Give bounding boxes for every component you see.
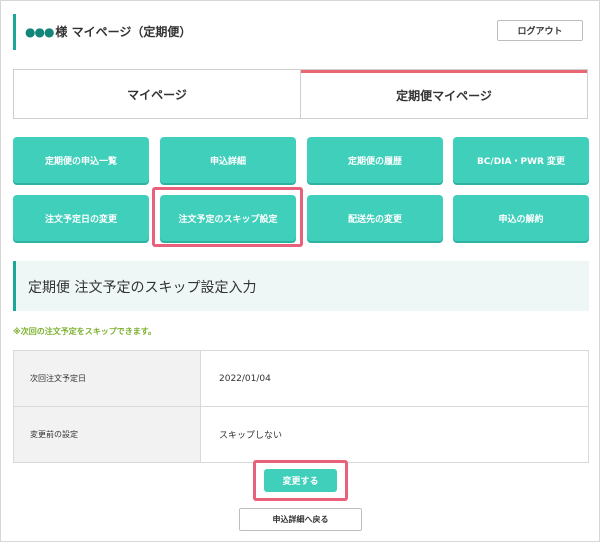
tab-mypage[interactable]: マイページ (14, 70, 301, 118)
menu-button-cancel-subscription[interactable]: 申込の解約 (453, 195, 589, 241)
menu-button-order-details[interactable]: 申込詳細 (160, 137, 296, 183)
section-title: 定期便 注文予定のスキップ設定入力 (28, 280, 257, 296)
menu-button-subscription-list[interactable]: 定期便の申込一覧 (13, 137, 149, 183)
settings-table: 次回注文予定日 2022/01/04 変更前の設定 スキップしない (13, 350, 589, 463)
page-title-text: 様 マイページ（定期便） (55, 25, 192, 39)
section-header: 定期便 注文予定のスキップ設定入力 (13, 261, 589, 311)
table-row: 変更前の設定 スキップしない (13, 406, 589, 463)
menu-button-bc-dia-pwr-change[interactable]: BC/DIA・PWR 変更 (453, 137, 589, 183)
page-frame: ●●● 様 マイページ（定期便） ログアウト マイページ 定期便マイページ 定期便… (0, 0, 600, 542)
page-title: ●●● 様 マイページ（定期便） (25, 23, 191, 40)
tab-subscription-mypage[interactable]: 定期便マイページ (301, 70, 587, 118)
menu-button-order-date-change[interactable]: 注文予定日の変更 (13, 195, 149, 241)
table-row: 次回注文予定日 2022/01/04 (13, 350, 589, 407)
next-order-date-value: 2022/01/04 (200, 350, 589, 407)
menu-button-subscription-history[interactable]: 定期便の履歴 (307, 137, 443, 183)
skip-note: ※次回の注文予定をスキップできます。 (13, 327, 156, 336)
menu-button-skip-settings[interactable]: 注文予定のスキップ設定 (160, 195, 296, 241)
masked-user-name: ●●● (25, 25, 54, 39)
menu-button-shipping-address-change[interactable]: 配送先の変更 (307, 195, 443, 241)
submit-change-button[interactable]: 変更する (264, 469, 337, 492)
next-order-date-label: 次回注文予定日 (13, 350, 201, 407)
back-to-order-details-button[interactable]: 申込詳細へ戻る (239, 508, 362, 531)
previous-setting-label: 変更前の設定 (13, 406, 201, 463)
previous-setting-value: スキップしない (200, 406, 589, 463)
tab-bar: マイページ 定期便マイページ (13, 69, 588, 119)
logout-button[interactable]: ログアウト (497, 20, 583, 41)
